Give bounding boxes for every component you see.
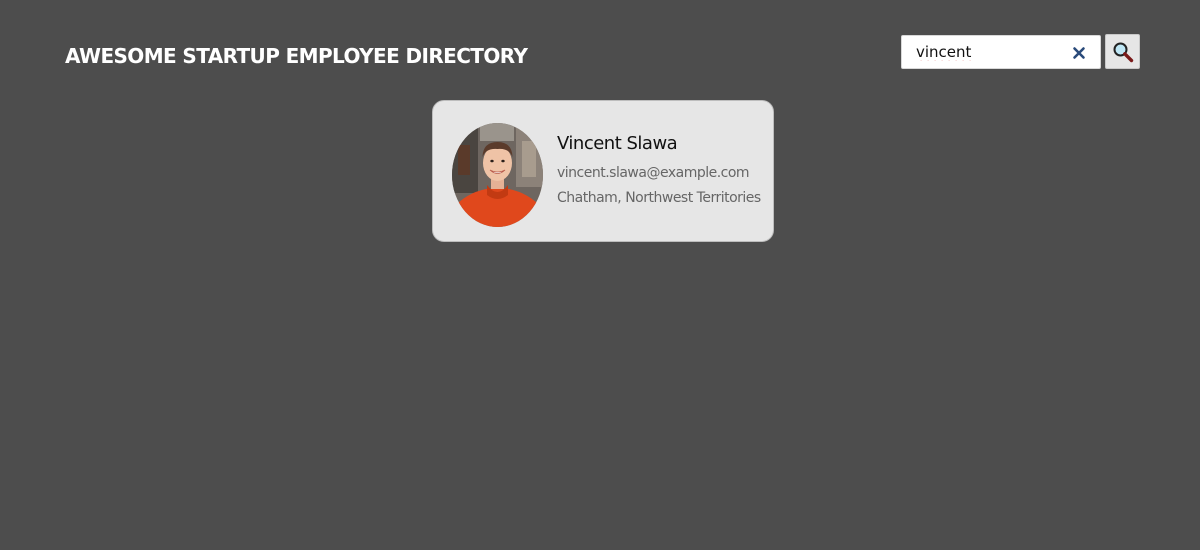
search-box: [901, 35, 1101, 69]
avatar: [452, 123, 543, 227]
employee-email: vincent.slawa@example.com: [557, 165, 750, 181]
employee-card[interactable]: Vincent Slawa vincent.slawa@example.com …: [432, 100, 774, 242]
page-title: AWESOME STARTUP EMPLOYEE DIRECTORY: [65, 44, 528, 68]
magnifier-icon: [1113, 42, 1133, 62]
search-input[interactable]: [902, 36, 1062, 68]
search-button[interactable]: [1105, 34, 1140, 69]
employee-name: Vincent Slawa: [557, 133, 678, 154]
employee-location: Chatham, Northwest Territories: [557, 190, 761, 206]
close-icon[interactable]: [1072, 45, 1086, 59]
